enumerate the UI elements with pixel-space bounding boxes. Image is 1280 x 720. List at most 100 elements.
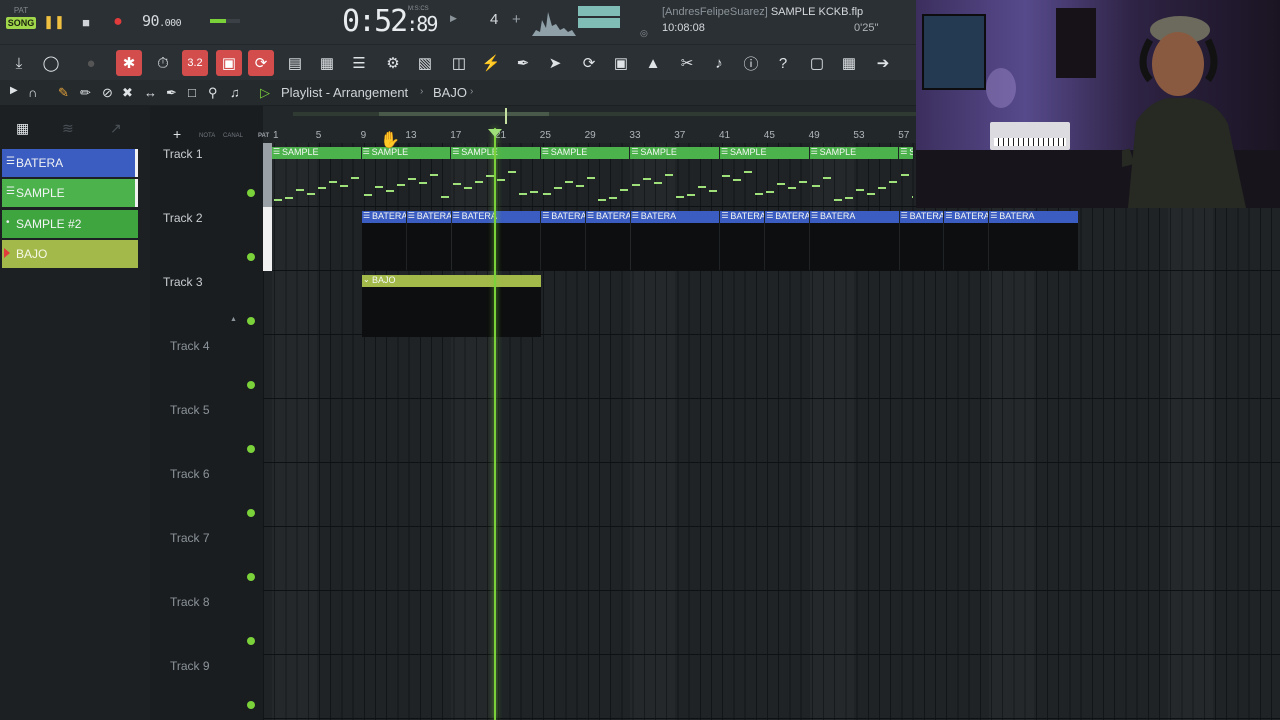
slip-icon[interactable]: ↔ — [144, 85, 157, 100]
track-mute-led[interactable] — [247, 317, 255, 325]
batera-clip[interactable]: BATERA — [810, 211, 899, 271]
track-name[interactable]: Track 2 — [163, 211, 203, 225]
playhead-marker-icon[interactable] — [488, 129, 502, 137]
loop-record-icon[interactable]: ⟳ — [248, 50, 274, 76]
batera-clip[interactable]: BATERA — [944, 211, 989, 271]
add-pattern-button[interactable]: + — [512, 11, 521, 28]
audio-clip-icon[interactable]: ≋ — [62, 120, 74, 137]
main-pitch-slider[interactable] — [210, 19, 240, 23]
track-name[interactable]: Track 7 — [170, 531, 210, 545]
pattern-arrow-icon[interactable]: ▶ — [450, 13, 457, 24]
arrow-tool-icon[interactable]: ➤ — [542, 50, 568, 76]
batera-clip[interactable]: BATERA — [541, 211, 585, 271]
batera-clip[interactable]: BATERA — [630, 211, 720, 271]
refresh-icon[interactable]: ⟳ — [576, 50, 602, 76]
track-collapse-icon[interactable]: ▲ — [230, 316, 237, 323]
render-icon[interactable]: ▲ — [640, 50, 666, 76]
plugin-icon[interactable]: ⚡ — [478, 50, 504, 76]
playhead[interactable] — [494, 128, 496, 720]
sample-clip[interactable]: SAMPLE — [630, 147, 719, 209]
track-header[interactable]: Track 7 — [158, 527, 262, 591]
microphone-icon[interactable]: ♪ — [706, 50, 732, 76]
view-icon[interactable]: ▤ — [282, 50, 308, 76]
piano-roll-icon[interactable]: ▧ — [412, 50, 438, 76]
bajo-clip[interactable]: BAJO — [362, 275, 541, 337]
track-header[interactable]: Track 9 — [158, 655, 262, 719]
pattern-item-sample-2[interactable]: • SAMPLE #2 — [2, 210, 138, 238]
countdown-icon[interactable]: 3.2 — [182, 50, 208, 76]
save-icon[interactable]: ▣ — [608, 50, 634, 76]
add-track-button[interactable]: + — [173, 126, 181, 142]
mixer-icon[interactable]: ⚙ — [380, 50, 406, 76]
select-icon[interactable]: □ — [188, 85, 196, 100]
automation-icon[interactable]: ↗ — [110, 120, 122, 137]
track-name[interactable]: Track 5 — [170, 403, 210, 417]
track-header[interactable]: Track 5 — [158, 399, 262, 463]
magnet-icon[interactable]: ∩ — [28, 85, 37, 100]
track-mute-led[interactable] — [247, 381, 255, 389]
typing-keyboard-icon[interactable]: ✱ — [116, 50, 142, 76]
timeline-ruler[interactable]: + NOTA CANAL PAT 1 5 9 13 17 21 25 29 33 37 41 45 49… — [173, 106, 916, 143]
pencil-icon[interactable]: ✎ — [58, 85, 69, 101]
track-header[interactable]: Track 2 — [158, 207, 262, 271]
sample-clip[interactable]: SAMPLE — [361, 147, 451, 209]
pattern-item-batera[interactable]: ☰ BATERA — [2, 149, 138, 177]
tool-icon[interactable]: ✒ — [510, 50, 536, 76]
paint-icon[interactable]: ✏ — [80, 85, 91, 101]
pattern-item-sample[interactable]: ☰ SAMPLE — [2, 179, 138, 207]
channel-rack-icon[interactable]: ▦ — [314, 50, 340, 76]
mute-icon[interactable]: ✖ — [122, 85, 133, 101]
batera-clip[interactable]: BATERA — [406, 211, 451, 271]
batera-clip[interactable]: BATERA — [586, 211, 630, 271]
sample-clip[interactable]: SAMPLE — [720, 147, 809, 209]
download-icon[interactable]: ⤓ — [6, 50, 32, 76]
track-mute-led[interactable] — [247, 189, 255, 197]
scrollbar-thumb[interactable] — [379, 112, 549, 116]
track-name[interactable]: Track 4 — [170, 339, 210, 353]
current-pattern[interactable]: BAJO — [433, 85, 467, 100]
piano-icon[interactable]: ▦ — [16, 120, 29, 137]
track-header[interactable]: Track 4 — [158, 335, 262, 399]
batera-clip[interactable]: BATERA — [720, 211, 765, 271]
track-mute-led[interactable] — [247, 573, 255, 581]
track-mute-led[interactable] — [247, 637, 255, 645]
song-mode-label[interactable]: SONG — [6, 17, 36, 29]
sample-clip[interactable]: SAMPLE — [540, 147, 630, 209]
info-icon[interactable]: ⓘ — [738, 50, 764, 76]
wait-input-icon[interactable]: ⏱ — [150, 50, 176, 76]
cut-icon[interactable]: ✂ — [674, 50, 700, 76]
track-mute-led[interactable] — [247, 445, 255, 453]
menu-arrow-icon[interactable]: ▶ — [10, 85, 18, 96]
track-name[interactable]: Track 6 — [170, 467, 210, 481]
batera-clip[interactable]: BATERA — [765, 211, 809, 271]
step-edit-icon[interactable]: ▣ — [216, 50, 242, 76]
track-mute-led[interactable] — [247, 509, 255, 517]
track-header[interactable]: Track 1 — [158, 143, 262, 207]
play-preview-icon[interactable]: ▷ — [260, 85, 270, 101]
keyboard-icon[interactable]: ▦ — [836, 50, 862, 76]
speaker-icon[interactable]: ♫ — [230, 85, 240, 100]
browser-icon[interactable]: ◫ — [446, 50, 472, 76]
oscilloscope-monitor[interactable] — [532, 6, 576, 36]
batera-clip[interactable]: BATERA — [362, 211, 406, 271]
delete-icon[interactable]: ⊘ — [102, 85, 113, 101]
track-name[interactable]: Track 8 — [170, 595, 210, 609]
track-mute-led[interactable] — [247, 253, 255, 261]
record-button[interactable]: ● — [108, 12, 128, 32]
sample-clip[interactable]: SAMPLE — [272, 147, 361, 209]
pattern-item-bajo[interactable]: BAJO — [2, 240, 138, 268]
metronome-icon[interactable]: ◯ — [38, 50, 64, 76]
batera-clip[interactable]: BATERA — [989, 211, 1078, 271]
song-position-marker[interactable] — [505, 108, 507, 124]
knob-icon[interactable]: ● — [78, 50, 104, 76]
next-arrow-icon[interactable]: ➔ — [870, 50, 896, 76]
batera-clip[interactable]: BATERA — [899, 211, 944, 271]
stop-button[interactable]: ■ — [76, 12, 96, 32]
help-icon[interactable]: ? — [770, 50, 796, 76]
slice-icon[interactable]: ✒ — [166, 85, 177, 101]
window-icon[interactable]: ▢ — [804, 50, 830, 76]
sample-clip[interactable]: SAMPLE — [809, 147, 899, 209]
track-header[interactable]: Track 8 — [158, 591, 262, 655]
track-header[interactable]: Track 6 — [158, 463, 262, 527]
pause-button[interactable]: ❚❚ — [43, 12, 65, 32]
